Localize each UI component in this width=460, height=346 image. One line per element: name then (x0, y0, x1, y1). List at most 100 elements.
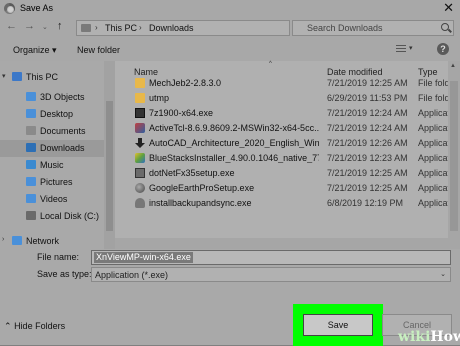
bluestacks-icon (135, 153, 145, 163)
file-row[interactable]: AutoCAD_Architecture_2020_English_Win...… (115, 136, 448, 151)
chevron-down-icon[interactable]: ▾ (409, 44, 413, 52)
chevron-down-icon[interactable]: ▾ (2, 72, 6, 80)
nav-scroll-thumb[interactable] (106, 101, 113, 231)
chevron-up-icon: ⌃ (4, 321, 12, 331)
sidebar-item[interactable]: Documents (0, 123, 104, 140)
view-options-icon[interactable] (396, 45, 406, 53)
chevron-right-icon[interactable]: › (2, 236, 4, 243)
file-date: 7/21/2019 12:26 AM (327, 138, 408, 148)
file-date: 7/21/2019 12:25 AM (327, 78, 408, 88)
watermark-how: How (430, 329, 460, 345)
file-row[interactable]: installbackupandsync.exe 6/8/2019 12:19 P… (115, 196, 448, 211)
new-folder-button[interactable]: New folder (77, 45, 120, 55)
up-arrow-icon[interactable]: ↑ (57, 20, 63, 32)
sidebar-item[interactable]: Local Disk (C:) (0, 208, 104, 225)
globe-icon (135, 183, 145, 193)
filename-value[interactable]: XnViewMP-win-x64.exe (94, 252, 193, 263)
filename-field[interactable]: XnViewMP-win-x64.exe (91, 250, 451, 265)
forward-arrow-icon[interactable]: → (24, 20, 35, 32)
file-row[interactable]: 7z1900-x64.exe 7/21/2019 12:24 AM Applicat… (115, 106, 448, 121)
folder-icon (135, 78, 145, 88)
sidebar-item-label: This PC (26, 72, 59, 82)
search-placeholder: Search Downloads (307, 23, 383, 33)
window-title: Save As (20, 3, 54, 13)
sidebar-item-label: Documents (40, 126, 86, 136)
sidebar-item-label: Local Disk (C:) (40, 211, 100, 221)
folder-icon (135, 93, 145, 103)
chrome-icon (4, 3, 15, 14)
save-as-dialog: Save As ✕ ← → ⌄ ↑ › This PC › Downloads … (0, 0, 460, 346)
disk-icon (26, 211, 36, 220)
installer-icon (135, 108, 145, 118)
sidebar-item[interactable]: Desktop (0, 106, 104, 123)
file-type: Application (418, 198, 448, 208)
file-row[interactable]: MechJeb2-2.8.3.0 7/21/2019 12:25 AM File f… (115, 76, 448, 91)
sidebar-item[interactable]: Music (0, 157, 104, 174)
file-row[interactable]: GoogleEarthProSetup.exe 7/21/2019 12:25 A… (115, 181, 448, 196)
file-name: MechJeb2-2.8.3.0 (149, 78, 222, 88)
recent-dropdown-icon[interactable]: ⌄ (42, 23, 48, 31)
file-date: 7/21/2019 12:25 AM (327, 183, 408, 193)
back-arrow-icon[interactable]: ← (6, 20, 17, 32)
sidebar-item-label: 3D Objects (40, 92, 85, 102)
sidebar-item[interactable]: Pictures (0, 174, 104, 191)
wikihow-watermark: wikiHow (398, 329, 460, 345)
chevron-down-icon[interactable]: ⌄ (440, 270, 446, 278)
folder-icon (81, 24, 91, 32)
breadcrumb-this-pc[interactable]: This PC (105, 23, 137, 33)
close-icon[interactable]: ✕ (443, 0, 454, 16)
sidebar-item[interactable]: ▾ This PC (0, 69, 104, 86)
organize-button[interactable]: Organize ▾ (13, 45, 57, 56)
file-name: GoogleEarthProSetup.exe (149, 183, 255, 193)
savetype-select[interactable]: Application (*.exe) ⌄ (91, 267, 451, 282)
sidebar-item[interactable]: Videos (0, 191, 104, 208)
file-name: AutoCAD_Architecture_2020_English_Win... (149, 138, 319, 148)
save-options: File name: XnViewMP-win-x64.exe Save as … (0, 249, 460, 346)
computer-icon (12, 72, 22, 81)
network-icon (12, 236, 22, 245)
sidebar-item-label: Pictures (40, 177, 73, 187)
navigation-pane: ▾ This PC 3D Objects Desktop Documents Downlo… (0, 61, 115, 249)
file-row[interactable]: utmp 6/29/2019 11:53 PM File folder (115, 91, 448, 106)
sidebar-item[interactable]: › Network (0, 233, 104, 250)
file-list-scrollbar[interactable]: ▲ ▼ (448, 61, 460, 249)
file-name: dotNetFx35setup.exe (149, 168, 235, 178)
search-icon (441, 23, 449, 31)
feather-icon (135, 123, 145, 133)
sidebar-item[interactable]: 3D Objects (0, 89, 104, 106)
scroll-thumb[interactable] (450, 81, 458, 231)
file-date: 6/8/2019 12:19 PM (327, 198, 404, 208)
toolbar: Organize ▾ New folder ▾ ? (0, 39, 460, 61)
file-type: Application (418, 123, 448, 133)
file-name: ActiveTcl-8.6.9.8609.2-MSWin32-x64-5cc..… (149, 123, 319, 133)
file-date: 7/21/2019 12:23 AM (327, 153, 408, 163)
sidebar-item-label: Downloads (40, 143, 85, 153)
pictures-icon (26, 177, 36, 186)
file-date: 6/29/2019 11:53 PM (327, 93, 408, 103)
file-name: BlueStacksInstaller_4.90.0.1046_native_7… (149, 153, 319, 163)
file-type: Application (418, 138, 448, 148)
search-input[interactable]: Search Downloads (292, 20, 454, 36)
address-bar[interactable]: › This PC › Downloads ⌄ ↻ (76, 20, 360, 36)
save-button[interactable]: Save (303, 314, 373, 336)
file-list: ^ Name Date modified Type ▲ ▼ MechJeb2-2… (115, 61, 460, 249)
breadcrumb-downloads[interactable]: Downloads (149, 23, 194, 33)
file-row[interactable]: BlueStacksInstaller_4.90.0.1046_native_7… (115, 151, 448, 166)
hide-folders-button[interactable]: ⌃ Hide Folders (4, 321, 65, 332)
desktop-icon (26, 109, 36, 118)
help-icon[interactable]: ? (437, 43, 449, 55)
file-type: File folder (418, 78, 448, 88)
sidebar-item-label: Music (40, 160, 64, 170)
breadcrumb-separator: › (139, 23, 142, 32)
file-row[interactable]: ActiveTcl-8.6.9.8609.2-MSWin32-x64-5cc..… (115, 121, 448, 136)
scroll-up-icon[interactable]: ▲ (450, 63, 456, 69)
horizontal-scrollbar[interactable] (115, 238, 460, 249)
download-icon (26, 143, 36, 152)
document-icon (26, 126, 36, 135)
sidebar-item[interactable]: Downloads (0, 140, 104, 157)
sort-caret-icon: ^ (269, 61, 272, 67)
sidebar-item-label: Videos (40, 194, 68, 204)
nav-scrollbar[interactable] (104, 61, 115, 249)
sidebar-item-label: Network (26, 236, 60, 246)
file-row[interactable]: dotNetFx35setup.exe 7/21/2019 12:25 AM App… (115, 166, 448, 181)
